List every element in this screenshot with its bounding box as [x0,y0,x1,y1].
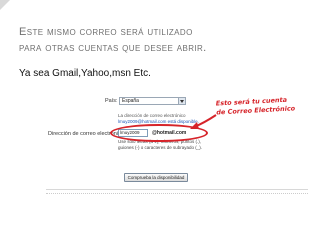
slide-title: Este mismo correo será utilizado para ot… [19,24,309,56]
title-line-1: Este mismo correo será utilizado [19,26,193,38]
slide-subtitle: Ya sea Gmail,Yahoo,msn Etc. [19,68,151,79]
slide: Este mismo correo será utilizado para ot… [0,0,320,240]
corner-decoration [0,0,10,10]
annotation-arrow-icon [190,114,217,129]
title-line-2: para otras cuentas que desee abrir. [19,42,207,54]
signup-form-screenshot: País: España La dirección de correo elec… [44,95,313,233]
